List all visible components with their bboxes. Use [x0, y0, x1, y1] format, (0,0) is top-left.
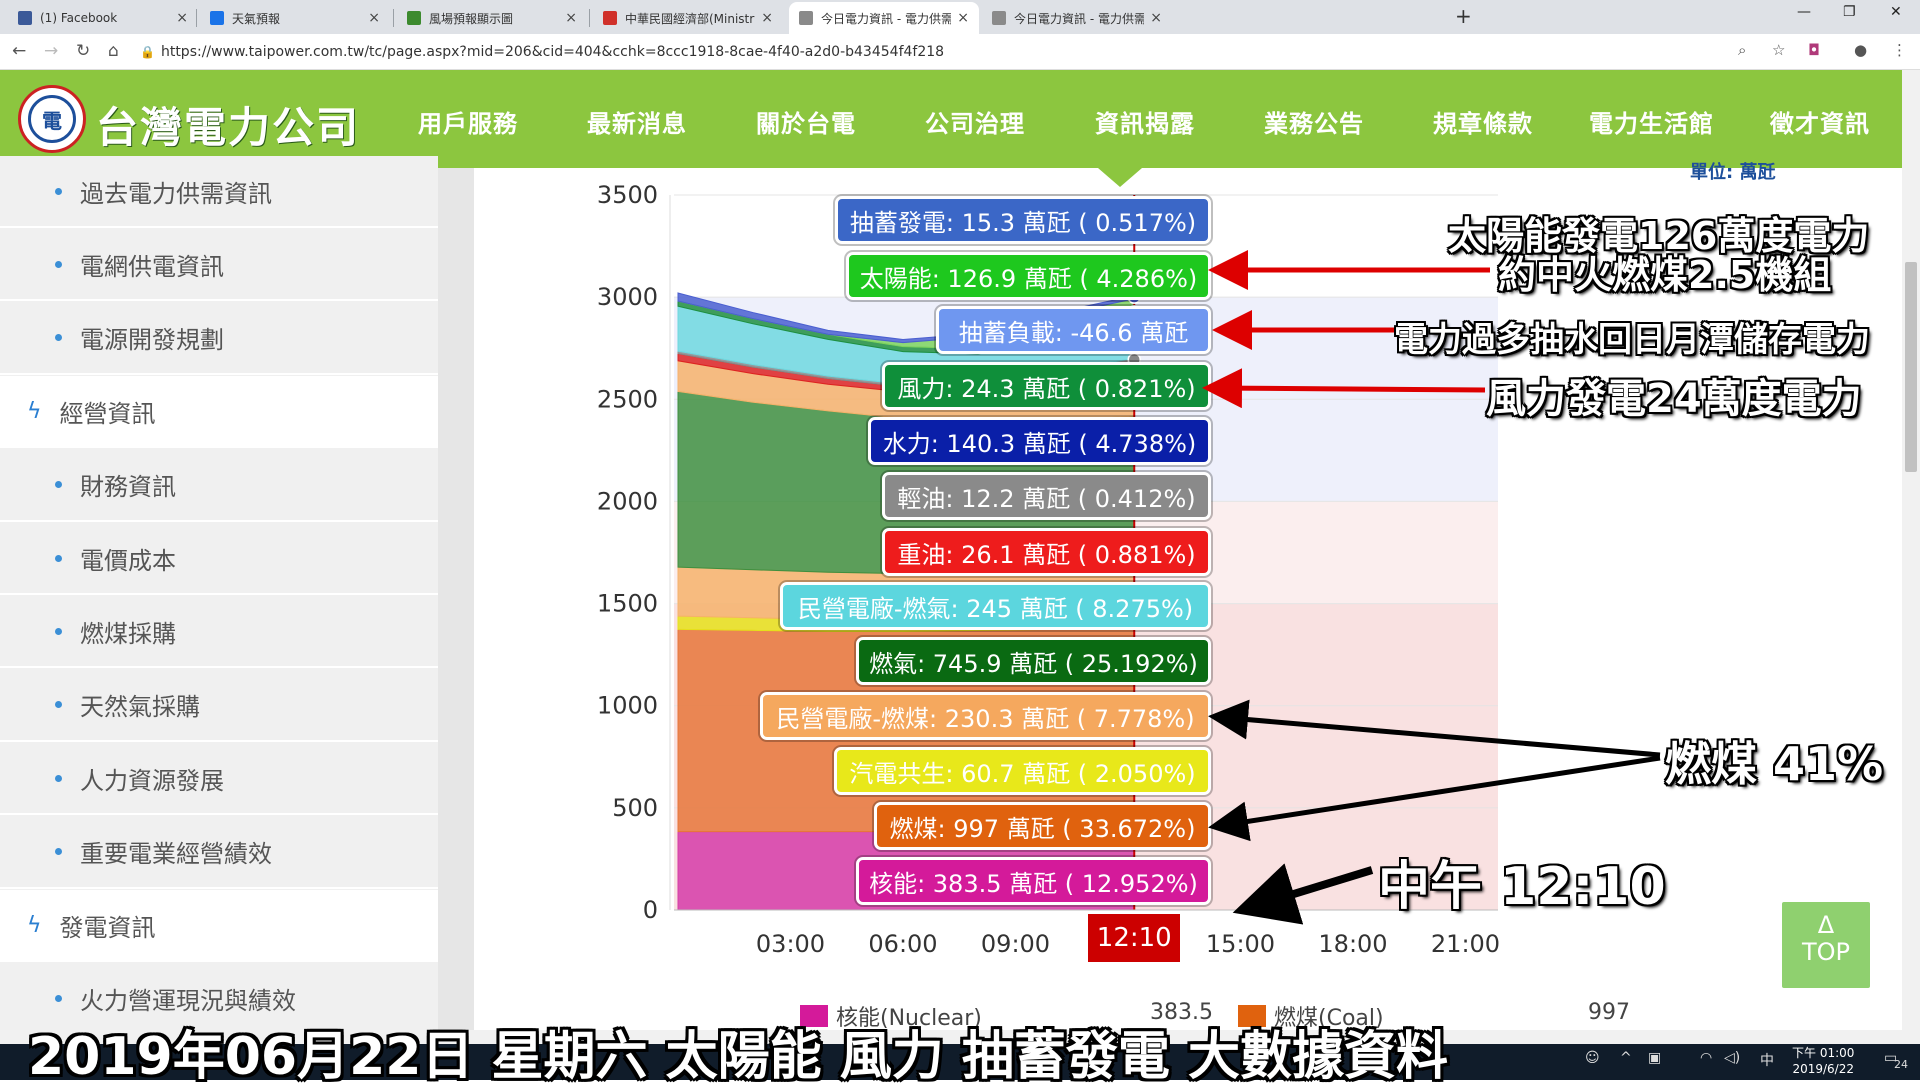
network-icon[interactable]: ▣ — [1648, 1050, 1661, 1066]
people-icon[interactable]: ☺ — [1585, 1050, 1600, 1066]
up-arrow-icon: Δ — [1817, 911, 1835, 939]
noon-arrow — [1232, 863, 1374, 925]
coal-annotation: 燃煤 41% — [1665, 737, 1884, 791]
wind-arrow — [1202, 368, 1486, 409]
noon-annotation: 中午 12:10 — [1378, 857, 1666, 917]
wind-annotation: 風力發電24萬度電力 — [1486, 376, 1862, 422]
solar-annotation-line2: 約中火燃煤2.5機組 — [1498, 253, 1832, 297]
video-caption: 2019年06月22日 星期六 太陽能 風力 抽蓄發電 大數據資料 — [28, 1027, 1448, 1087]
top-label: TOP — [1801, 938, 1851, 966]
scrollbar-thumb[interactable] — [1905, 262, 1917, 472]
coal-arrow-lower — [1208, 755, 1661, 842]
taskbar-clock[interactable]: 下午 01:00 2019/6/22 — [1792, 1045, 1854, 1077]
vertical-scrollbar[interactable] — [1902, 70, 1920, 1030]
pump-annotation: 電力過多抽水回日月潭儲存電力 — [1394, 320, 1870, 360]
notification-count: 24 — [1894, 1058, 1908, 1071]
clock-time: 下午 01:00 — [1792, 1046, 1855, 1060]
clock-date: 2019/6/22 — [1792, 1062, 1854, 1076]
legend-value: 997 — [1588, 1000, 1630, 1025]
tray-chevron-icon[interactable]: ^ — [1620, 1050, 1632, 1066]
volume-icon[interactable]: ◁) — [1724, 1050, 1740, 1066]
ime-icon[interactable]: 中 — [1760, 1050, 1774, 1070]
wifi-icon[interactable]: ◠ — [1700, 1050, 1712, 1066]
back-to-top-button[interactable]: Δ TOP — [1782, 902, 1870, 988]
coal-arrow-upper — [1208, 699, 1661, 758]
